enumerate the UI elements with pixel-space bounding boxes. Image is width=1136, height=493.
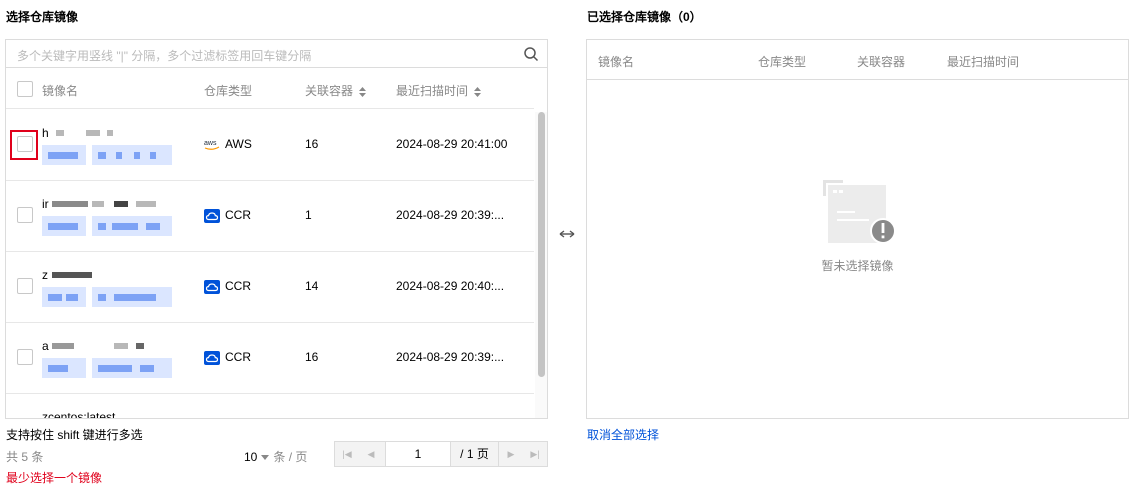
search-placeholder: 多个关键字用竖线 "|" 分隔，多个过滤标签用回车键分隔	[17, 49, 312, 63]
partial-row-image-name[interactable]: zcentos:latest	[42, 410, 115, 418]
aws-icon: aws	[204, 140, 220, 150]
page-size-select[interactable]: 10 条 / 页	[244, 448, 307, 465]
table-row[interactable]: a CCR 16 2024-08-29 20:39:...	[6, 323, 534, 394]
sort-icon[interactable]	[359, 86, 367, 97]
last-page-icon[interactable]: ▶|	[523, 442, 547, 466]
containers-cell: 16	[305, 137, 319, 151]
search-input[interactable]: 多个关键字用竖线 "|" 分隔，多个过滤标签用回车键分隔	[6, 40, 547, 68]
last-scan-cell: 2024-08-29 20:40:...	[396, 279, 505, 293]
selection-highlight	[10, 130, 38, 160]
cancel-all-selection-link[interactable]: 取消全部选择	[587, 426, 659, 443]
row-checkbox[interactable]	[17, 207, 33, 223]
page-size-unit: 条 / 页	[273, 450, 308, 464]
page-number-input[interactable]: 1	[385, 442, 451, 466]
repo-type-cell: aws AWS	[204, 137, 252, 151]
selected-image-list: 镜像名 仓库类型 关联容器 最近扫描时间 暂未选择镜像	[586, 39, 1129, 419]
repo-type-label: AWS	[225, 137, 252, 151]
first-page-icon[interactable]: |◀	[335, 442, 359, 466]
multi-select-hint: 支持按住 shift 键进行多选	[6, 428, 143, 442]
scrollbar-thumb[interactable]	[538, 112, 545, 377]
col-image-name: 镜像名	[598, 55, 635, 69]
sort-icon[interactable]	[474, 86, 482, 97]
table-row[interactable]: ir CCR 1 2024-08-29 20:39:...	[6, 181, 534, 252]
last-scan-cell: 2024-08-29 20:41:00	[396, 137, 508, 151]
image-name: ir	[42, 197, 49, 211]
col-last-scan-label: 最近扫描时间	[396, 84, 469, 98]
table-row[interactable]: h aws AWS 16 2024-08-29 20:41:00	[6, 110, 534, 181]
image-name: h	[42, 126, 49, 140]
col-repo-type: 仓库类型	[204, 84, 253, 98]
containers-cell: 1	[305, 208, 312, 222]
image-name: z	[42, 268, 48, 282]
next-page-icon[interactable]: ▶	[499, 442, 523, 466]
error-message: 最少选择一个镜像	[6, 471, 103, 485]
empty-state-text: 暂未选择镜像	[821, 259, 894, 273]
table-row[interactable]: z CCR 14 2024-08-29 20:40:...	[6, 252, 534, 323]
scrollbar[interactable]	[535, 112, 547, 418]
col-image-name: 镜像名	[42, 84, 79, 98]
chevron-down-icon	[261, 455, 270, 461]
ccr-cloud-icon	[204, 279, 220, 294]
select-images-title: 选择仓库镜像	[6, 10, 79, 24]
selected-images-title: 已选择仓库镜像（0）	[587, 10, 702, 24]
prev-page-icon[interactable]: ◀	[359, 442, 383, 466]
selected-table-header: 镜像名 仓库类型 关联容器 最近扫描时间	[587, 40, 1128, 80]
row-checkbox[interactable]	[17, 349, 33, 365]
image-name: a	[42, 339, 49, 353]
select-all-checkbox[interactable]	[17, 81, 33, 97]
ccr-cloud-icon	[204, 350, 220, 365]
col-containers[interactable]: 关联容器	[305, 82, 367, 99]
repo-type-cell: CCR	[204, 279, 251, 294]
svg-text:aws: aws	[204, 140, 217, 147]
last-scan-cell: 2024-08-29 20:39:...	[396, 208, 505, 222]
repo-type-cell: CCR	[204, 350, 251, 365]
containers-cell: 14	[305, 279, 319, 293]
ccr-cloud-icon	[204, 208, 220, 223]
search-icon[interactable]	[523, 46, 539, 62]
col-containers: 关联容器	[857, 55, 906, 69]
page-total: / 1 页	[451, 442, 499, 466]
transfer-arrows-icon	[559, 230, 575, 238]
row-checkbox[interactable]	[17, 278, 33, 294]
source-image-list: 多个关键字用竖线 "|" 分隔，多个过滤标签用回车键分隔 镜像名 仓库类型 关联…	[5, 39, 548, 419]
repo-type-cell: CCR	[204, 208, 251, 223]
last-scan-cell: 2024-08-29 20:39:...	[396, 350, 505, 364]
pagination: |◀ ◀ 1 / 1 页 ▶ ▶|	[334, 441, 548, 467]
containers-cell: 16	[305, 350, 319, 364]
repo-type-label: CCR	[225, 279, 251, 293]
col-containers-label: 关联容器	[305, 84, 354, 98]
col-repo-type: 仓库类型	[758, 55, 807, 69]
col-last-scan[interactable]: 最近扫描时间	[396, 82, 482, 99]
table-header: 镜像名 仓库类型 关联容器 最近扫描时间	[6, 69, 534, 109]
repo-type-label: CCR	[225, 350, 251, 364]
total-count: 共 5 条	[6, 450, 44, 464]
empty-state-icon	[823, 180, 896, 245]
page-size-value: 10	[244, 450, 258, 464]
col-last-scan: 最近扫描时间	[947, 55, 1020, 69]
repo-type-label: CCR	[225, 208, 251, 222]
